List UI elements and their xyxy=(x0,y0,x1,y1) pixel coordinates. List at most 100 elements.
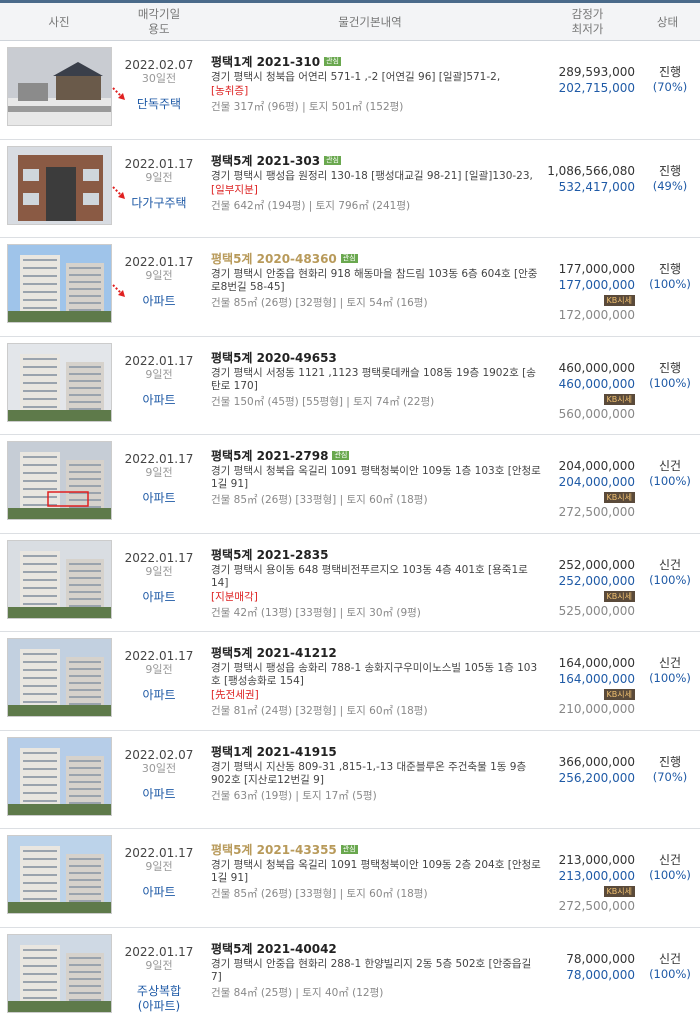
status-cell: 신건 (100%) xyxy=(640,852,700,883)
property-photo-image xyxy=(8,934,111,1012)
kb-price-badge[interactable]: KB시세 xyxy=(603,295,635,306)
case-number[interactable]: 평택1계 2021-41915 xyxy=(211,745,541,760)
kb-price-badge[interactable]: KB시세 xyxy=(603,689,635,700)
table-row[interactable]: 2022.01.17 9일전 아파트 평택5계 2021-43355 관심 경기 … xyxy=(0,829,700,928)
property-photo-image xyxy=(8,639,111,716)
case-number-text[interactable]: 평택5계 2021-303 xyxy=(211,154,320,168)
case-number[interactable]: 평택5계 2021-40042 xyxy=(211,942,541,957)
table-row[interactable]: 2022.01.17 9일전 아파트 평택5계 2021-2798 관심 경기 평… xyxy=(0,435,700,534)
date-usage-cell: 2022.01.17 9일전 아파트 xyxy=(118,452,200,506)
price-ratio: (100%) xyxy=(649,868,691,882)
case-number-text[interactable]: 평택1계 2021-41915 xyxy=(211,745,337,759)
table-row[interactable]: 2022.01.17 9일전 주상복합 (아파트) 평택5계 2021-4004… xyxy=(0,928,700,1020)
price-cell: 204,000,000 204,000,000 KB시세 272,500,000 xyxy=(545,458,635,520)
property-address: 경기 평택시 지산동 809-31 ,815-1,-13 대준블루온 주건축물 … xyxy=(211,760,527,786)
usage-label: 아파트 xyxy=(142,688,176,702)
property-area: 건물 642㎡ (194평) | 토지 796㎡ (241평) xyxy=(211,199,411,212)
interest-badge: 관심 xyxy=(340,845,358,854)
property-info: 평택1계 2021-310 관심 경기 평택시 청북읍 어연리 571-1 ,-2… xyxy=(211,55,541,114)
property-photo[interactable] xyxy=(7,539,112,619)
appraisal-price: 1,086,566,080 xyxy=(547,163,635,178)
price-cell: 366,000,000 256,200,000 xyxy=(545,754,635,786)
market-price: 210,000,000 xyxy=(558,702,635,716)
days-remaining: 9일전 xyxy=(145,269,173,282)
case-number-text[interactable]: 평택5계 2021-41212 xyxy=(211,646,337,660)
case-number[interactable]: 평택5계 2021-43355 관심 xyxy=(211,843,541,858)
property-photo[interactable] xyxy=(7,736,112,816)
case-number-text[interactable]: 평택1계 2021-310 xyxy=(211,55,320,69)
market-price: 272,500,000 xyxy=(558,505,635,519)
header-price[interactable]: 감정가 최저가 xyxy=(540,3,635,41)
case-number[interactable]: 평택5계 2021-2798 관심 xyxy=(211,449,541,464)
usage-label: 주상복합 xyxy=(136,983,182,998)
days-remaining: 9일전 xyxy=(145,663,173,676)
kb-price-badge[interactable]: KB시세 xyxy=(603,492,635,503)
case-number-text[interactable]: 평택5계 2020-48360 xyxy=(211,252,337,266)
case-number[interactable]: 평택5계 2020-48360 관심 xyxy=(211,252,541,267)
header-date-usage[interactable]: 매각기일 용도 xyxy=(118,3,200,41)
property-photo[interactable] xyxy=(7,145,112,225)
price-ratio: (100%) xyxy=(649,375,691,390)
property-photo[interactable] xyxy=(7,638,112,717)
usage-label: 아파트 xyxy=(142,885,176,899)
property-photo[interactable] xyxy=(7,342,112,422)
minimum-price: 204,000,000 xyxy=(558,475,635,489)
header-date-label: 매각기일 xyxy=(137,7,181,21)
case-number[interactable]: 평택5계 2020-49653 xyxy=(211,351,541,366)
days-remaining: 9일전 xyxy=(145,466,173,479)
special-condition: [농취증] xyxy=(211,85,249,97)
case-number[interactable]: 평택5계 2021-303 관심 xyxy=(211,154,541,169)
days-remaining: 9일전 xyxy=(145,564,173,578)
status-cell: 진행 (100%) xyxy=(640,261,700,292)
date-usage-cell: 2022.01.17 9일전 다가구주택 xyxy=(112,157,200,211)
status-cell: 진행 (49%) xyxy=(640,163,700,194)
usage-type: 아파트 xyxy=(118,393,200,408)
table-row[interactable]: 2022.02.07 30일전 단독주택 평택1계 2021-310 관심 경기 … xyxy=(0,41,700,140)
table-row[interactable]: 2022.02.07 30일전 아파트 평택1계 2021-41915 경기 평… xyxy=(0,731,700,829)
property-photo-image xyxy=(8,442,111,519)
case-number[interactable]: 평택5계 2021-41212 xyxy=(211,646,541,661)
property-info: 평택1계 2021-41915 경기 평택시 지산동 809-31 ,815-1… xyxy=(211,745,541,803)
auction-date: 2022.01.17 xyxy=(124,550,194,565)
minimum-price: 164,000,000 xyxy=(558,672,635,686)
table-row[interactable]: 2022.01.17 9일전 다가구주택 평택5계 2021-303 관심 경기 … xyxy=(0,140,700,238)
table-row[interactable]: 2022.01.17 9일전 아파트 평택5계 2021-2835 경기 평택시… xyxy=(0,534,700,632)
property-area: 건물 85㎡ (26평) [32평형] | 토지 54㎡ (16평) xyxy=(211,297,428,309)
property-photo[interactable] xyxy=(7,933,112,1013)
kb-price-badge[interactable]: KB시세 xyxy=(603,886,635,897)
case-number-text[interactable]: 평택5계 2020-49653 xyxy=(211,351,337,365)
header-usage-label: 용도 xyxy=(148,22,170,36)
days-remaining: 30일전 xyxy=(141,72,177,85)
property-area: 건물 63㎡ (19평) | 토지 17㎡ (5평) xyxy=(211,789,377,802)
property-photo[interactable] xyxy=(7,47,112,126)
status-cell: 신건 (100%) xyxy=(640,458,700,489)
table-row[interactable]: 2022.01.17 9일전 아파트 평택5계 2020-49653 경기 평택… xyxy=(0,337,700,435)
usage-type: 아파트 xyxy=(118,885,200,900)
minimum-price: 202,715,000 xyxy=(558,81,635,95)
status-cell: 진행 (70%) xyxy=(640,754,700,785)
kb-price-badge[interactable]: KB시세 xyxy=(603,393,635,405)
property-address: 경기 평택시 용이동 648 평택비전푸르지오 103동 4층 401호 [용죽… xyxy=(211,563,528,589)
minimum-price: 532,417,000 xyxy=(558,179,635,194)
market-price: 272,500,000 xyxy=(558,899,635,913)
interest-badge: 관심 xyxy=(324,155,341,165)
appraisal-price: 164,000,000 xyxy=(558,656,635,670)
usage-type: 아파트 xyxy=(118,491,200,506)
property-photo-image xyxy=(8,343,111,421)
table-row[interactable]: 2022.01.17 9일전 아파트 평택5계 2020-48360 관심 경기 … xyxy=(0,238,700,337)
usage-label: 아파트 xyxy=(142,294,176,308)
table-header: 사진 매각기일 용도 물건기본내역 감정가 최저가 상태 xyxy=(0,3,700,41)
interest-badge: 관심 xyxy=(324,57,341,66)
case-number-text[interactable]: 평택5계 2021-43355 xyxy=(211,843,337,857)
table-row[interactable]: 2022.01.17 9일전 아파트 평택5계 2021-41212 경기 평택… xyxy=(0,632,700,731)
case-number-text[interactable]: 평택5계 2021-40042 xyxy=(211,942,337,956)
case-number[interactable]: 평택5계 2021-2835 xyxy=(211,548,541,563)
property-photo[interactable] xyxy=(7,441,112,520)
property-photo[interactable] xyxy=(7,835,112,914)
case-number[interactable]: 평택1계 2021-310 관심 xyxy=(211,55,541,70)
property-address: 경기 평택시 청북읍 옥길리 1091 평택청북이안 109동 2층 204호 … xyxy=(211,859,541,884)
case-number-text[interactable]: 평택5계 2021-2835 xyxy=(211,548,328,562)
kb-price-badge[interactable]: KB시세 xyxy=(603,590,635,602)
case-number-text[interactable]: 평택5계 2021-2798 xyxy=(211,449,328,463)
property-photo[interactable] xyxy=(7,244,112,323)
